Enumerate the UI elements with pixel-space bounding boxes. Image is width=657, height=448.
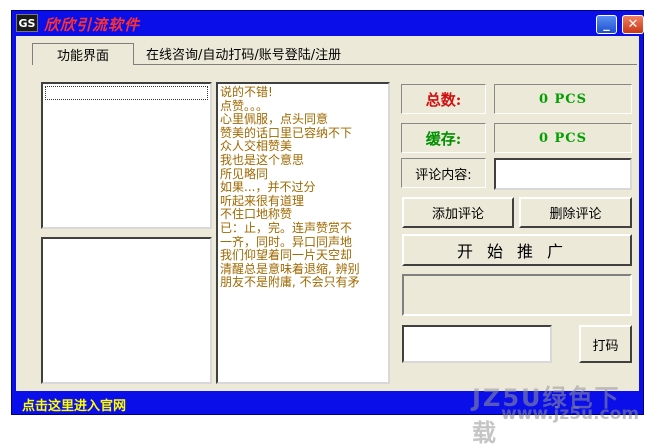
delete-comment-button[interactable]: 删除评论 [519,197,632,228]
comment-line: 心里佩服，点头同意 [220,112,329,127]
comment-content-label: 评论内容: [401,158,486,188]
comment-line: 说的不错! [220,85,273,99]
captcha-button[interactable]: 打码 [579,325,632,363]
captcha-input[interactable] [402,325,552,363]
app-window: GS 欣欣引流软件 _ ✕ 功能界面 在线咨询/自动打码/账号登陆/注册 说的不… [11,10,644,447]
secondary-list[interactable] [41,237,212,384]
total-value: 0 PCS [494,84,632,114]
client-area: 功能界面 在线咨询/自动打码/账号登陆/注册 说的不错! 点赞。。。 心里佩服，点头… [16,36,639,447]
total-label: 总数: [401,84,486,114]
comment-line: 如果...，并不过分 [220,180,316,195]
comment-line: 众人交相赞美 [220,139,293,154]
status-box [402,274,632,316]
start-promotion-button[interactable]: 开始推广 [402,234,632,266]
close-button[interactable]: ✕ [622,15,644,34]
comment-line: 已：止，完。连声赞赏不 [220,220,353,235]
comments-textarea[interactable]: 说的不错! 点赞。。。 心里佩服，点头同意 赞美的话口里已容纳不下 众人交相赞美 我也是这… [216,82,390,384]
tab-divider [392,64,637,65]
title-bar[interactable]: GS 欣欣引流软件 _ ✕ [12,11,644,36]
comment-line: 朋友不是附庸, 不会只有矛 [220,275,360,290]
official-site-link[interactable]: 点击这里进入官网 [22,395,126,414]
comment-line: 我们仰望着同一片天空却 [220,248,353,263]
tab-functions[interactable]: 功能界面 [32,43,134,65]
account-list[interactable] [41,82,212,229]
status-bar: 点击这里进入官网 [12,393,643,415]
app-icon: GS [16,14,38,32]
comment-content-input[interactable] [494,158,632,190]
minimize-button[interactable]: _ [596,15,617,34]
add-comment-button[interactable]: 添加评论 [402,197,514,228]
cache-label: 缓存: [401,123,486,153]
cache-value: 0 PCS [494,123,632,153]
comment-line: 不住口地称赞 [220,207,293,222]
comment-line: 我也是这个意思 [220,152,305,167]
window-title: 欣欣引流软件 [44,16,141,34]
comment-line: 听起来很有道理 [220,193,305,208]
list-selection [45,86,208,100]
tab-online-consult[interactable]: 在线咨询/自动打码/账号登陆/注册 [134,43,392,65]
